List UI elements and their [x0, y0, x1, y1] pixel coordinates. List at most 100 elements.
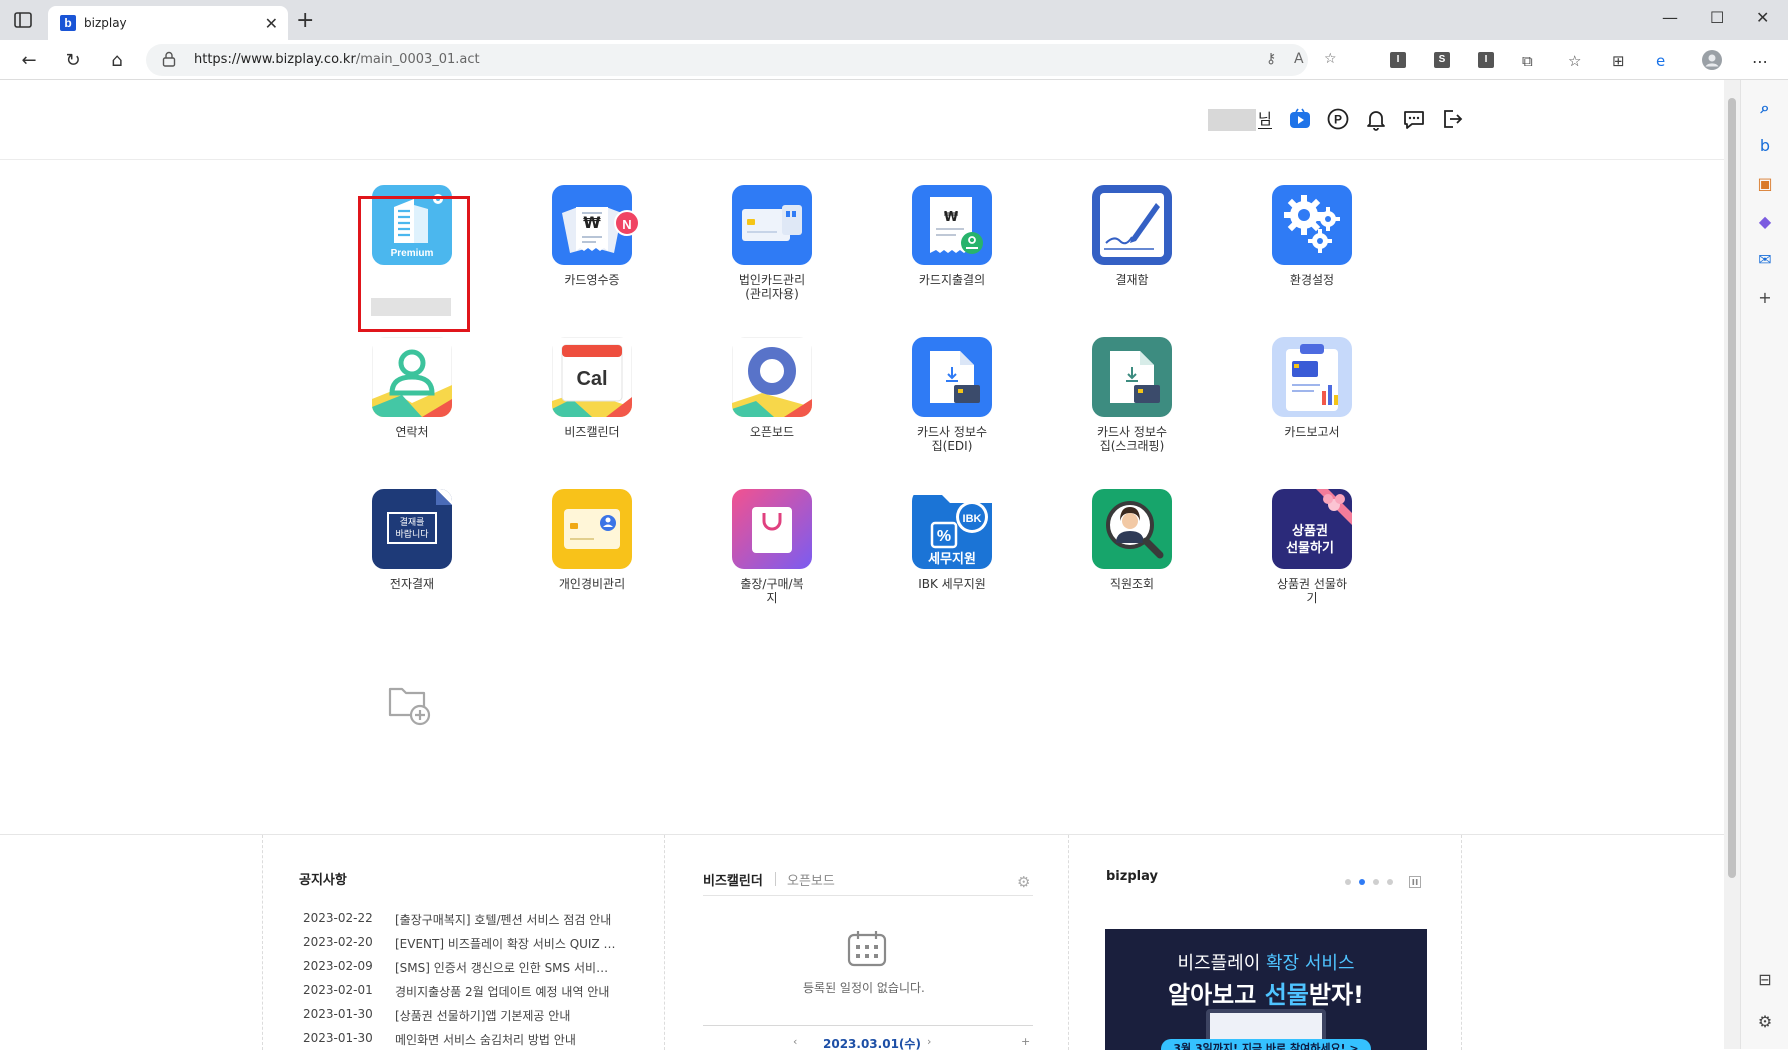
tax-text: 세무지원 — [928, 552, 976, 567]
e-approval-sign-icon: 결재를 바랍니다 — [372, 489, 452, 569]
page-scrollbar[interactable] — [1724, 80, 1740, 1049]
employee-magnifier-icon — [1092, 489, 1172, 569]
app-label: 카드지출결의 — [918, 273, 986, 287]
empty-calendar-icon — [847, 931, 887, 967]
notice-text[interactable]: [EVENT] 비즈플레이 확장 서비스 QUIZ 이벤트 — [395, 935, 617, 952]
more-menu-icon[interactable]: ⋯ — [1752, 52, 1768, 71]
notice-date: 2023-02-20 — [303, 935, 373, 949]
chat-icon[interactable] — [1402, 107, 1426, 131]
minimize-icon[interactable]: — — [1662, 8, 1678, 27]
url-text: https://www.bizplay.co.kr/main_0003_01.a… — [194, 52, 480, 67]
extension-2-icon[interactable]: I — [1478, 52, 1494, 68]
notice-text[interactable]: [상품권 선물하기]앱 기본제공 안내 — [395, 1007, 617, 1024]
back-icon[interactable]: ← — [18, 50, 40, 71]
notice-date: 2023-01-30 — [303, 1007, 373, 1021]
ibk-folder-icon: IBK % 세무지원 — [912, 489, 992, 569]
clipboard-report-icon — [1272, 337, 1352, 417]
pause-icon[interactable] — [1409, 876, 1421, 888]
app-label: 환경설정 — [1289, 273, 1335, 287]
sidebar-shopping-icon[interactable]: ▣ — [1755, 174, 1775, 194]
divider — [703, 1025, 1033, 1026]
cal-text: Cal — [576, 368, 607, 390]
sidebar-search-icon[interactable]: ⌕ — [1755, 98, 1775, 118]
notice-text[interactable]: 메인화면 서비스 숨김처리 방법 안내 — [395, 1031, 617, 1048]
logout-icon[interactable] — [1440, 107, 1464, 131]
svg-text:P: P — [1334, 113, 1342, 127]
banner-panel-title: bizplay — [1106, 869, 1158, 884]
user-name-redacted — [1208, 109, 1256, 131]
collections-icon[interactable]: ⊞ — [1612, 52, 1628, 70]
app-label: 비즈캘린더 — [564, 425, 620, 439]
url-field[interactable]: https://www.bizplay.co.kr/main_0003_01.a… — [146, 44, 1337, 76]
svg-text:선물하기: 선물하기 — [1286, 540, 1334, 556]
scrollbar-thumb[interactable] — [1728, 98, 1736, 878]
carousel-dot[interactable] — [1345, 879, 1351, 885]
promo-banner[interactable]: 비즈플레이 확장 서비스 알아보고 선물받자! 3월 3일까지! 지금 바로 참… — [1105, 929, 1427, 1050]
address-bar-row: ← ↻ ⌂ https://www.bizplay.co.kr/main_000… — [0, 40, 1788, 80]
extension-1-icon[interactable]: I — [1390, 52, 1406, 68]
video-tutorial-icon[interactable] — [1288, 107, 1312, 131]
sidebar-office-icon[interactable]: ◆ — [1755, 212, 1775, 232]
refresh-icon[interactable]: ↻ — [62, 50, 84, 71]
ibk-text: IBK — [963, 513, 982, 525]
sidebar-hide-icon[interactable]: ⊟ — [1755, 970, 1775, 990]
user-name-suffix[interactable]: 님 — [1258, 110, 1272, 129]
maximize-icon[interactable]: ☐ — [1710, 8, 1724, 27]
favorite-add-icon[interactable]: ☆ — [1324, 51, 1337, 67]
calendar-settings-gear-icon[interactable]: ⚙ — [1017, 873, 1030, 891]
carousel-dot[interactable] — [1387, 879, 1393, 885]
tab-actions-icon[interactable] — [14, 12, 34, 30]
app-label: 카드영수증 — [564, 273, 620, 287]
carousel-dot[interactable] — [1373, 879, 1379, 885]
sidebar-outlook-icon[interactable]: ✉ — [1755, 250, 1775, 270]
app-label: 카드보고서 — [1284, 425, 1340, 439]
notice-date: 2023-02-01 — [303, 983, 373, 997]
notice-text[interactable]: 경비지출상품 2월 업데이트 예정 내역 안내 — [395, 983, 617, 1000]
sidebar-settings-icon[interactable]: ⚙ — [1755, 1012, 1775, 1032]
notice-text[interactable]: [출장구매복지] 호텔/펜션 서비스 점검 안내 — [395, 911, 617, 928]
signature-pen-icon — [1092, 185, 1172, 265]
app-label: 출장/구매/복 지 — [740, 577, 804, 605]
banner-cta[interactable]: 3월 3일까지! 지금 바로 참여하세요! > — [1161, 1039, 1371, 1050]
next-date-icon[interactable]: › — [927, 1035, 931, 1048]
won-symbol: ₩ — [944, 210, 959, 225]
new-tab-icon[interactable]: + — [296, 8, 314, 33]
app-label: 직원조회 — [1109, 577, 1155, 591]
notice-title: 공지사항 — [299, 873, 347, 888]
tab-title: bizplay — [84, 16, 127, 30]
tab-close-icon[interactable]: ✕ — [265, 14, 278, 33]
profile-avatar-icon[interactable] — [1702, 50, 1722, 70]
notification-bell-icon[interactable] — [1364, 107, 1388, 131]
bizplay-main-page: 님 P Premium ₩ 카드영수증 법인카드관리 (관리자용) ₩ 카드지출… — [0, 80, 1724, 1051]
sidebar-bing-icon[interactable]: b — [1755, 136, 1775, 156]
notice-date: 2023-01-30 — [303, 1031, 373, 1045]
read-aloud-icon[interactable]: A — [1294, 51, 1304, 67]
app-label: 개인경비관리 — [558, 577, 626, 591]
browser-tab[interactable]: b bizplay ✕ — [48, 6, 288, 40]
extensions-puzzle-icon[interactable]: ⧉ — [1522, 52, 1538, 70]
contact-person-icon — [372, 337, 452, 417]
tab-biz-calendar[interactable]: 비즈캘린더 — [703, 870, 763, 889]
key-icon[interactable]: ⚷ — [1266, 51, 1276, 67]
personal-card-icon — [552, 489, 632, 569]
favorites-icon[interactable]: ☆ — [1568, 52, 1584, 70]
app-label: 전자결재 — [389, 577, 435, 591]
sidebar-add-icon[interactable]: + — [1755, 288, 1775, 308]
window-close-icon[interactable]: ✕ — [1756, 8, 1769, 27]
add-folder-icon[interactable] — [386, 683, 432, 727]
lock-icon[interactable] — [162, 51, 176, 67]
tab-openboard[interactable]: 오픈보드 — [787, 870, 835, 889]
prev-date-icon[interactable]: ‹ — [793, 1035, 797, 1048]
edge-browser-icon[interactable]: e — [1656, 52, 1672, 70]
won-symbol: ₩ — [583, 213, 601, 232]
calendar-cal-icon: Cal — [552, 337, 632, 417]
svg-text:바랍니다: 바랍니다 — [395, 529, 429, 540]
carousel-dot-active[interactable] — [1359, 879, 1365, 885]
notice-date: 2023-02-09 — [303, 959, 373, 973]
extension-s-icon[interactable]: S — [1434, 52, 1450, 68]
page-header: 님 P — [0, 80, 1724, 160]
point-icon[interactable]: P — [1326, 107, 1350, 131]
home-icon[interactable]: ⌂ — [106, 50, 128, 71]
add-schedule-icon[interactable]: + — [1021, 1035, 1030, 1048]
notice-text[interactable]: [SMS] 인증서 갱신으로 인한 SMS 서비스 안내 — [395, 959, 617, 976]
